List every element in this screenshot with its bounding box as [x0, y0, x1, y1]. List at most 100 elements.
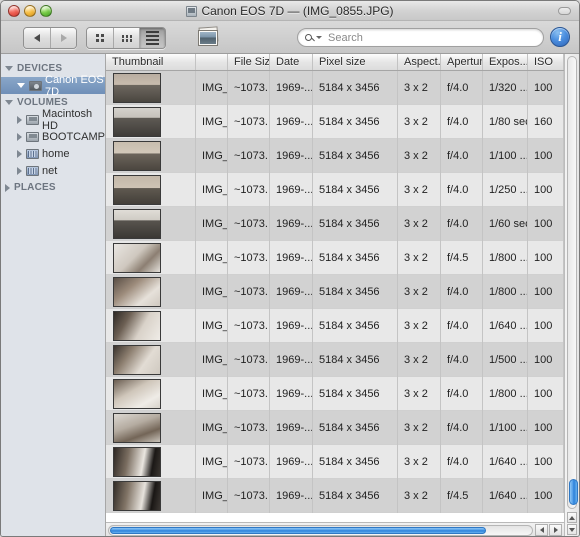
close-button[interactable] — [8, 5, 20, 17]
cell-aspect: 3 x 2 — [398, 376, 441, 411]
disclosure-triangle-icon[interactable] — [17, 115, 22, 124]
disclosure-triangle-icon[interactable] — [5, 66, 13, 71]
column-header-pixelsize[interactable]: Pixel size — [313, 54, 398, 70]
cell-iso: 100 — [528, 138, 564, 173]
sidebar-item-home[interactable]: home — [1, 145, 105, 162]
thumbnail-image[interactable] — [113, 140, 161, 171]
view-grid-button[interactable] — [113, 28, 139, 48]
disclosure-triangle-icon[interactable] — [17, 166, 22, 175]
sidebar-item-net[interactable]: net — [1, 162, 105, 179]
search-field[interactable]: Search — [297, 28, 544, 47]
disclosure-triangle-icon[interactable] — [17, 149, 22, 158]
column-header-aperture[interactable]: Aperture — [441, 54, 483, 70]
minimize-button[interactable] — [24, 5, 36, 17]
thumbnail-image[interactable] — [113, 480, 161, 511]
table-row[interactable]: IMG_...~1073...1969-...5184 x 34563 x 2f… — [106, 308, 564, 343]
thumbnail-image[interactable] — [113, 72, 161, 103]
table-row[interactable]: IMG_...~1073...1969-...5184 x 34563 x 2f… — [106, 274, 564, 309]
cell-iso: 100 — [528, 206, 564, 241]
cell-filesize: ~1073... — [228, 274, 270, 309]
disclosure-triangle-icon[interactable] — [17, 132, 22, 141]
table-row[interactable]: IMG_...~1073...1969-...5184 x 34563 x 2f… — [106, 138, 564, 173]
cell-filesize: ~1073... — [228, 138, 270, 173]
view-list-button[interactable] — [139, 28, 165, 48]
disclosure-triangle-icon[interactable] — [5, 183, 10, 192]
toolbar-toggle-button[interactable] — [558, 7, 571, 15]
column-header-date[interactable]: Date — [270, 54, 313, 70]
cell-pixelsize: 5184 x 3456 — [313, 172, 398, 207]
sidebar-item-macintosh-hd[interactable]: Macintosh HD — [1, 108, 105, 132]
vertical-scroll-thumb[interactable] — [569, 479, 578, 505]
thumbnail-image[interactable] — [113, 378, 161, 409]
back-button[interactable] — [24, 28, 50, 48]
harddisk-icon — [26, 131, 39, 142]
column-header-aspect[interactable]: Aspect... — [398, 54, 441, 70]
sidebar-item-label: home — [42, 147, 70, 160]
table-row[interactable]: IMG_...~1073...1969-...5184 x 34563 x 2f… — [106, 206, 564, 241]
horizontal-scroll-track[interactable] — [108, 524, 533, 536]
thumbnail-image[interactable] — [113, 344, 161, 375]
sidebar-item-bootcamp[interactable]: BOOTCAMP — [1, 128, 105, 145]
photo-stack-icon[interactable] — [197, 26, 221, 48]
cell-aperture: f/4.0 — [441, 104, 483, 139]
scroll-down-arrow[interactable] — [567, 524, 577, 535]
cell-aperture: f/4.0 — [441, 206, 483, 241]
table-row[interactable]: IMG_...~1073...1969-...5184 x 34563 x 2f… — [106, 342, 564, 377]
table-row[interactable]: IMG_...~1073...1969-...5184 x 34563 x 2f… — [106, 104, 564, 139]
column-header-thumbnail[interactable]: Thumbnail — [106, 54, 196, 70]
cell-pixelsize: 5184 x 3456 — [313, 71, 398, 105]
cell-pixelsize: 5184 x 3456 — [313, 478, 398, 513]
thumbnail-image[interactable] — [113, 276, 161, 307]
cell-aperture: f/4.0 — [441, 172, 483, 207]
column-header-filesize[interactable]: File Size — [228, 54, 270, 70]
thumbnail-image[interactable] — [113, 446, 161, 477]
thumbnail-image[interactable] — [113, 106, 161, 137]
cell-exposure: 1/100 ... — [483, 138, 528, 173]
window-controls — [8, 5, 52, 17]
column-header-name[interactable] — [196, 54, 228, 70]
table-row[interactable]: IMG_...~1073...1969-...5184 x 34563 x 2f… — [106, 410, 564, 445]
cell-exposure: 1/800 ... — [483, 274, 528, 309]
scroll-left-arrow[interactable] — [535, 524, 548, 536]
disclosure-triangle-icon[interactable] — [5, 100, 13, 105]
scroll-right-arrow[interactable] — [549, 524, 562, 536]
horizontal-scrollbar[interactable] — [106, 522, 564, 536]
thumbnail-image[interactable] — [113, 310, 161, 341]
cell-iso: 100 — [528, 444, 564, 479]
sidebar-item-canon-eos-7d[interactable]: Canon EOS 7D — [1, 74, 105, 98]
cell-iso: 100 — [528, 376, 564, 411]
vertical-scrollbar[interactable] — [564, 54, 579, 536]
cell-iso: 160 — [528, 104, 564, 139]
column-header-exposure[interactable]: Expos... — [483, 54, 528, 70]
cell-pixelsize: 5184 x 3456 — [313, 410, 398, 445]
column-header-iso[interactable]: ISO — [528, 54, 564, 70]
table-row[interactable]: IMG_...~1073...1969-...5184 x 34563 x 2f… — [106, 240, 564, 275]
horizontal-scroll-thumb[interactable] — [110, 526, 487, 534]
table-row[interactable]: IMG_...~1073...1969-...5184 x 34563 x 2f… — [106, 376, 564, 411]
cell-pixelsize: 5184 x 3456 — [313, 376, 398, 411]
chevron-down-icon[interactable] — [316, 36, 322, 39]
disclosure-triangle-icon[interactable] — [17, 83, 25, 88]
sidebar-group-places[interactable]: PLACES — [1, 179, 105, 196]
thumbnail-image[interactable] — [113, 174, 161, 205]
cell-iso: 100 — [528, 478, 564, 513]
zoom-button[interactable] — [40, 5, 52, 17]
vertical-scroll-track[interactable] — [567, 56, 578, 509]
table-row[interactable]: IMG_...~1073...1969-...5184 x 34563 x 2f… — [106, 478, 564, 513]
cell-pixelsize: 5184 x 3456 — [313, 308, 398, 343]
info-button[interactable]: i — [550, 27, 570, 47]
cell-aspect: 3 x 2 — [398, 138, 441, 173]
forward-button[interactable] — [50, 28, 76, 48]
table-row[interactable]: IMG_...~1073...1969-...5184 x 34563 x 2f… — [106, 444, 564, 479]
cell-filesize: ~1073... — [228, 71, 270, 105]
table-row[interactable]: IMG_...~1073...1969-...5184 x 34563 x 2f… — [106, 71, 564, 105]
view-icon-button[interactable] — [87, 28, 113, 48]
thumbnail-image[interactable] — [113, 208, 161, 239]
scroll-up-arrow[interactable] — [567, 512, 577, 523]
thumbnail-image[interactable] — [113, 242, 161, 273]
cell-name: IMG_... — [196, 240, 228, 275]
cell-thumbnail — [106, 444, 196, 479]
cell-filesize: ~1073... — [228, 308, 270, 343]
table-row[interactable]: IMG_...~1073...1969-...5184 x 34563 x 2f… — [106, 172, 564, 207]
thumbnail-image[interactable] — [113, 412, 161, 443]
